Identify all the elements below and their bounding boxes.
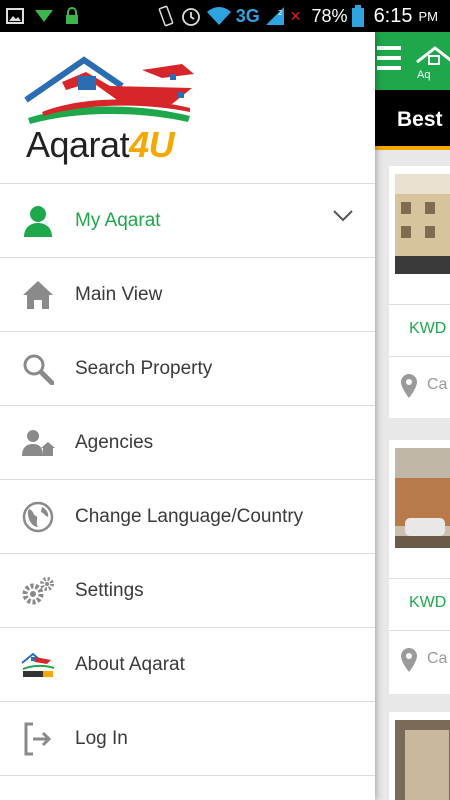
property-card[interactable]: KWD Ca — [389, 440, 450, 694]
agency-icon — [20, 425, 56, 461]
menu-label: My Aqarat — [75, 209, 161, 231]
menu-item-log-in[interactable]: Log In — [0, 702, 375, 776]
image-icon — [6, 8, 24, 24]
network-type: 3G — [235, 5, 260, 26]
wifi-icon — [206, 7, 231, 25]
status-bar: 3G 2 ✕ 78% 6:15 PM — [0, 0, 450, 32]
property-photo — [395, 720, 450, 800]
card-divider — [389, 304, 450, 305]
toolbar-logo-icon: Aq — [416, 46, 450, 81]
user-icon — [20, 203, 56, 239]
menu-item-agencies[interactable]: Agencies — [0, 406, 375, 480]
menu-item-my-aqarat[interactable]: My Aqarat — [0, 184, 375, 258]
tab-best[interactable]: Best — [397, 108, 443, 132]
login-icon — [20, 721, 56, 757]
menu-label: About Aqarat — [75, 653, 185, 675]
logo-text-suffix: 4U — [129, 124, 175, 165]
property-photo — [395, 448, 450, 548]
svg-text:2: 2 — [278, 9, 282, 17]
lock-icon — [66, 7, 78, 24]
battery-percent: 78% — [311, 5, 348, 26]
clock-time: 6:15 — [373, 4, 413, 27]
card-divider — [389, 356, 450, 357]
background-screen: Aq Best KWD Ca KWD Ca — [375, 32, 450, 800]
search-icon — [20, 351, 56, 387]
logo-wordmark: Aqarat4U — [26, 124, 175, 166]
home-icon — [20, 277, 56, 313]
signal-icon: 2 — [265, 7, 284, 25]
alarm-icon — [181, 8, 200, 26]
card-price: KWD — [409, 320, 447, 337]
menu-label: Settings — [75, 579, 144, 601]
tab-indicator — [375, 146, 450, 150]
location-pin-icon — [401, 374, 417, 398]
drawer-header: Aqarat4U — [0, 32, 375, 184]
property-photo — [395, 174, 450, 274]
menu-label: Change Language/Country — [75, 505, 304, 527]
location-pin-icon — [401, 648, 417, 672]
menu-label: Agencies — [75, 431, 154, 453]
hamburger-menu-icon[interactable] — [377, 46, 401, 76]
menu-item-main-view[interactable]: Main View — [0, 258, 375, 332]
gears-icon — [20, 573, 56, 609]
menu-item-about-aqarat[interactable]: About Aqarat — [0, 628, 375, 702]
property-card[interactable] — [389, 712, 450, 800]
card-location: Ca — [427, 650, 448, 667]
aqarat-logo-icon — [24, 56, 194, 124]
chevron-down-icon[interactable] — [333, 210, 353, 222]
menu-item-change-language[interactable]: Change Language/Country — [0, 480, 375, 554]
menu-label: Search Property — [75, 357, 213, 379]
menu-label: Log In — [75, 727, 128, 749]
menu-item-search-property[interactable]: Search Property — [0, 332, 375, 406]
clock-ampm: PM — [418, 8, 439, 24]
globe-icon — [20, 499, 56, 535]
card-location: Ca — [427, 376, 448, 393]
property-card[interactable]: KWD Ca — [389, 166, 450, 418]
svg-text:Aq: Aq — [417, 69, 430, 81]
background-toolbar: Aq — [375, 32, 450, 90]
no-signal-x: ✕ — [289, 7, 302, 24]
card-price: KWD — [409, 594, 447, 611]
download-icon — [35, 10, 53, 22]
menu-label: Main View — [75, 283, 163, 305]
battery-icon — [351, 5, 364, 27]
card-divider — [389, 578, 450, 579]
card-divider — [389, 630, 450, 631]
vibrate-icon — [158, 5, 174, 27]
menu-item-settings[interactable]: Settings — [0, 554, 375, 628]
drawer-menu: My Aqarat Main View Search Property Agen… — [0, 184, 375, 776]
navigation-drawer: Aqarat4U My Aqarat Main View Search Prop… — [0, 32, 375, 800]
aqarat-logo-icon — [20, 647, 56, 683]
logo-text-main: Aqarat — [26, 124, 130, 165]
